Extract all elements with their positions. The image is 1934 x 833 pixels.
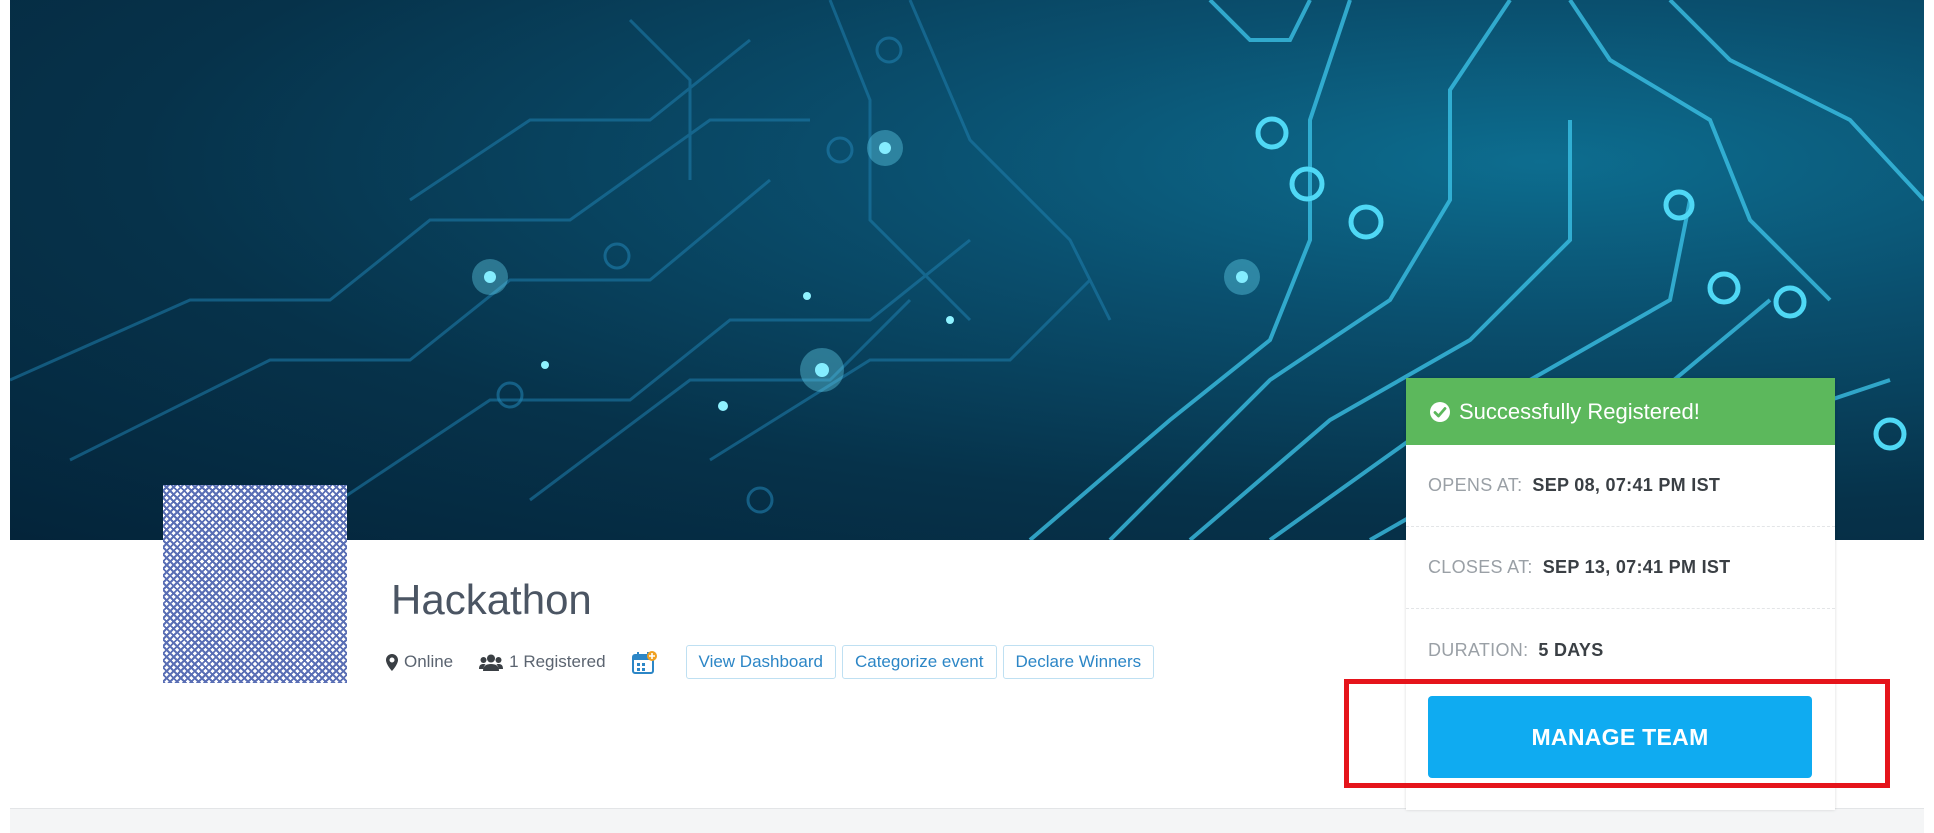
event-logo <box>163 485 347 683</box>
closes-at-row: CLOSES AT: SEP 13, 07:41 PM IST <box>1406 527 1835 609</box>
opens-at-label: OPENS AT: <box>1428 475 1523 495</box>
declare-winners-button[interactable]: Declare Winners <box>1002 645 1155 679</box>
registration-status-banner: Successfully Registered! <box>1406 378 1835 445</box>
registered-info: 1 Registered <box>479 652 606 672</box>
opens-at-row: OPENS AT: SEP 08, 07:41 PM IST <box>1406 445 1835 527</box>
closes-at-value: SEP 13, 07:41 PM IST <box>1542 557 1731 577</box>
map-marker-icon <box>386 653 398 671</box>
footer-strip <box>10 808 1924 833</box>
view-dashboard-button[interactable]: View Dashboard <box>685 645 836 679</box>
page-title: Hackathon <box>391 576 592 623</box>
users-icon <box>479 654 504 671</box>
opens-at-value: SEP 08, 07:41 PM IST <box>1532 475 1721 495</box>
location-info: Online <box>386 652 453 672</box>
location-text: Online <box>404 652 454 671</box>
check-circle-icon <box>1430 401 1450 422</box>
categorize-event-button[interactable]: Categorize event <box>841 645 997 679</box>
duration-label: DURATION: <box>1428 639 1529 660</box>
add-to-calendar[interactable] <box>631 650 658 674</box>
duration-value: 5 DAYS <box>1538 639 1604 660</box>
duration-row: DURATION: 5 DAYS <box>1406 609 1835 691</box>
manage-team-button[interactable]: MANAGE TEAM <box>1428 696 1812 778</box>
calendar-icon[interactable] <box>631 650 658 674</box>
event-meta-row: Online 1 Registered View Dashboard Categ… <box>386 645 1160 679</box>
registration-status-text: Successfully Registered! <box>1459 398 1700 424</box>
registration-card: Successfully Registered! OPENS AT: SEP 0… <box>1406 378 1835 810</box>
closes-at-label: CLOSES AT: <box>1428 557 1533 577</box>
registered-count: 1 Registered <box>509 652 606 671</box>
